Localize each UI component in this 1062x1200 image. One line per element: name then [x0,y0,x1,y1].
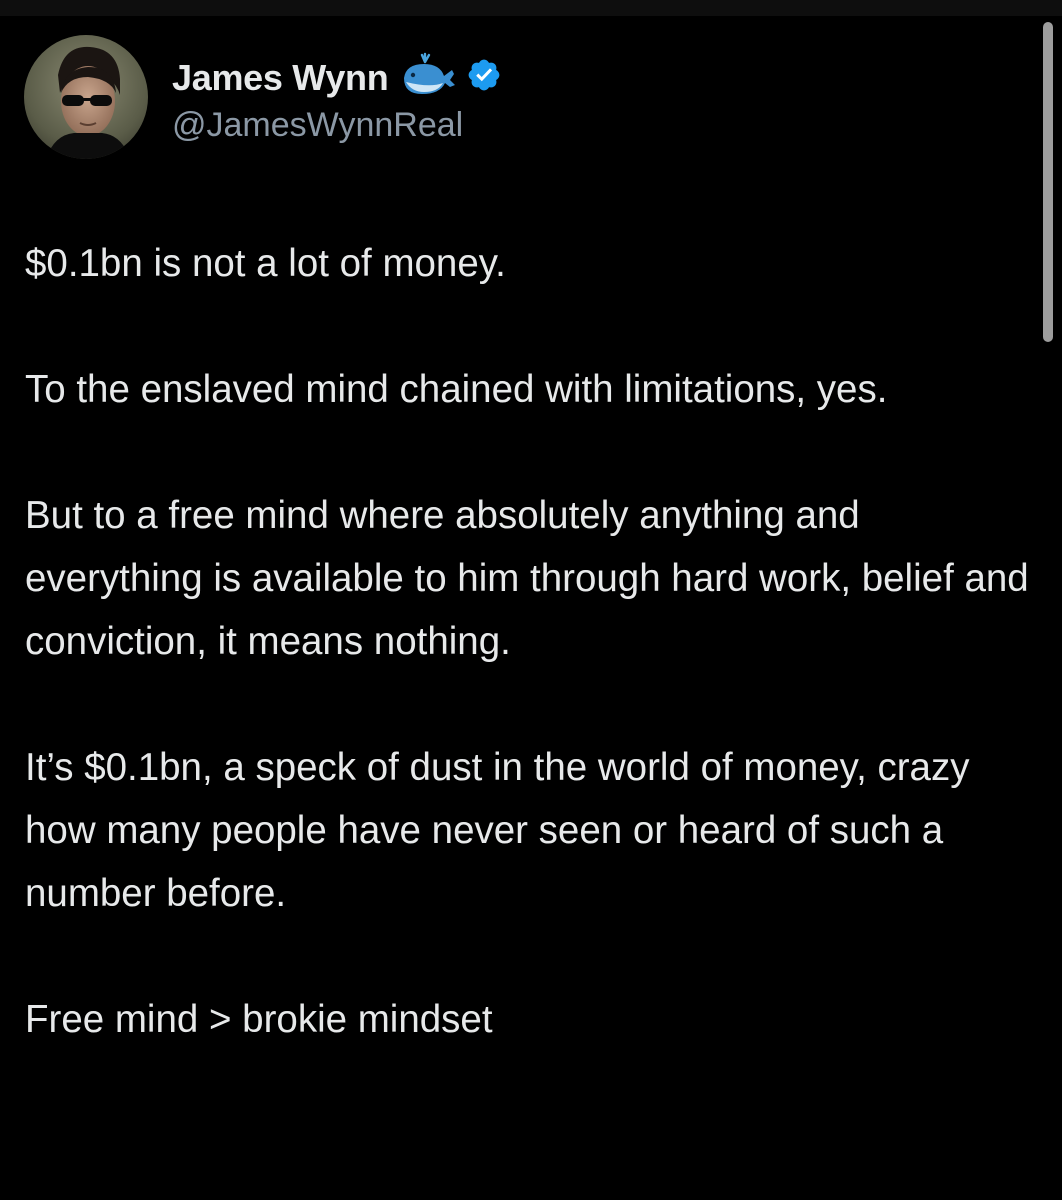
name-row: James Wynn [172,50,502,106]
avatar[interactable] [24,35,148,159]
author-names: James Wynn @JamesWynnReal [172,50,502,145]
scrollbar-thumb[interactable] [1043,22,1053,342]
top-status-strip [0,0,1062,16]
tweet-paragraph: But to a free mind where absolutely anyt… [25,494,1029,663]
tweet-paragraph: It’s $0.1bn, a speck of dust in the worl… [25,746,970,915]
tweet-paragraph: To the enslaved mind chained with limita… [25,368,888,411]
whale-icon [400,52,458,103]
display-name[interactable]: James Wynn [172,57,389,99]
tweet-paragraph: Free mind > brokie mindset [25,998,493,1041]
verified-icon [466,57,502,98]
tweet-paragraph: $0.1bn is not a lot of money. [25,242,506,285]
avatar-image [24,35,148,159]
user-handle[interactable]: @JamesWynnReal [172,106,502,145]
tweet-header: James Wynn @JamesWynnReal [24,35,502,159]
tweet-text: $0.1bn is not a lot of money. To the ens… [25,232,1035,1051]
